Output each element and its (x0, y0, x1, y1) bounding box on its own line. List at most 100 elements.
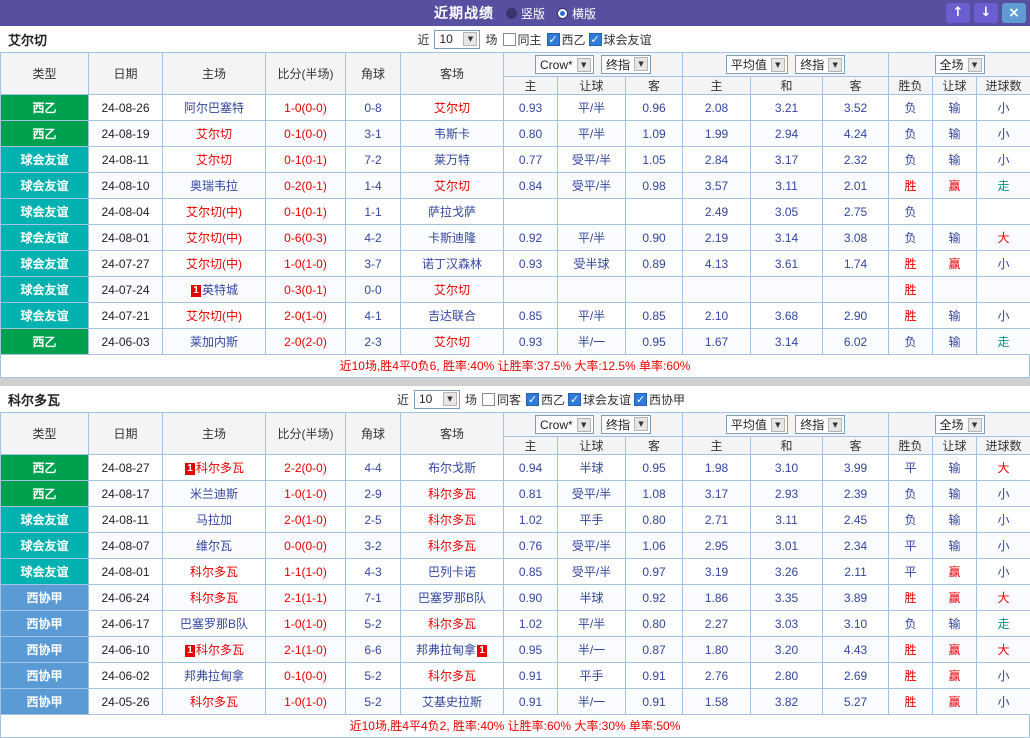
team-link[interactable]: 科尔多瓦 (428, 513, 476, 527)
team-link[interactable]: 巴列卡诺 (428, 565, 476, 579)
checkbox-icon[interactable] (526, 393, 539, 406)
team-link[interactable]: 奥瑞韦拉 (190, 179, 238, 193)
team-link[interactable]: 维尔瓦 (196, 539, 232, 553)
team-link[interactable]: 艾尔切 (434, 283, 470, 297)
col-avg-home: 主 (683, 77, 751, 95)
team-link[interactable]: 邦弗拉甸拿 (184, 669, 244, 683)
team-link[interactable]: 英特城 (202, 283, 238, 297)
team-link[interactable]: 科尔多瓦 (190, 695, 238, 709)
team-link[interactable]: 巴塞罗那B队 (418, 591, 486, 605)
date-cell: 24-08-19 (89, 121, 163, 147)
team-link[interactable]: 艾尔切 (196, 127, 232, 141)
team-link[interactable]: 巴塞罗那B队 (180, 617, 248, 631)
scroll-down-button[interactable]: ↓ (974, 3, 998, 23)
team-link[interactable]: 布尔戈斯 (428, 461, 476, 475)
team-link[interactable]: 萨拉戈萨 (428, 205, 476, 219)
odds-away-cell: 0.90 (626, 225, 683, 251)
odds-away-cell: 0.97 (626, 559, 683, 585)
avg-away-cell: 2.39 (823, 481, 889, 507)
home-team-cell: 艾尔切(中) (163, 251, 266, 277)
close-button[interactable]: × (1002, 3, 1026, 23)
team-link[interactable]: 莱万特 (434, 153, 470, 167)
result-cell: 胜 (889, 663, 933, 689)
match-row: 西乙24-08-19艾尔切0-1(0-0)3-1韦斯卡0.80平/半1.091.… (1, 121, 1030, 147)
avg-type-select[interactable]: 平均值▼ (726, 55, 788, 74)
away-team-cell: 科尔多瓦 (401, 533, 504, 559)
team-link[interactable]: 莱加内斯 (190, 335, 238, 349)
checkbox-icon[interactable] (634, 393, 647, 406)
league-filter-option[interactable]: 西乙 (526, 391, 565, 408)
team-link[interactable]: 科尔多瓦 (428, 669, 476, 683)
checkbox-icon[interactable] (568, 393, 581, 406)
odds-home-cell (504, 199, 558, 225)
avg-home-cell: 2.71 (683, 507, 751, 533)
team-link[interactable]: 诺丁汉森林 (422, 257, 482, 271)
col-result: 胜负 (889, 437, 933, 455)
team-link[interactable]: 艾尔切 (434, 179, 470, 193)
corner-cell: 3-7 (346, 251, 401, 277)
team-link[interactable]: 艾尔切 (434, 101, 470, 115)
team-link[interactable]: 科尔多瓦 (190, 565, 238, 579)
league-badge: 西协甲 (1, 689, 89, 715)
avg-home-cell: 4.13 (683, 251, 751, 277)
team-link[interactable]: 卡斯迪隆 (428, 231, 476, 245)
avg-time-select[interactable]: 终指▼ (795, 55, 845, 74)
match-row: 球会友谊24-07-21艾尔切(中)2-0(1-0)4-1吉达联合0.85平/半… (1, 303, 1030, 329)
team-link[interactable]: 艾尔切(中) (186, 231, 242, 245)
result-group-header: 全场▼ (889, 53, 1030, 77)
team-link[interactable]: 艾尔切 (196, 153, 232, 167)
chevron-down-icon: ▼ (771, 418, 785, 432)
same-venue-filter[interactable]: 同主 (503, 31, 542, 48)
match-count-select[interactable]: 10 ▼ (414, 390, 460, 409)
scope-select[interactable]: 全场▼ (935, 55, 985, 74)
league-filter-option[interactable]: 球会友谊 (589, 31, 652, 48)
recent-label-suffix: 场 (465, 391, 477, 408)
odds-time-select[interactable]: 终指▼ (601, 55, 651, 74)
odds-away-cell: 0.85 (626, 303, 683, 329)
layout-horizontal-option[interactable]: 横版 (557, 5, 596, 22)
scope-select[interactable]: 全场▼ (935, 415, 985, 434)
match-count-select[interactable]: 10 ▼ (434, 30, 480, 49)
checkbox-icon[interactable] (547, 33, 560, 46)
col-score: 比分(半场) (266, 413, 346, 455)
chevron-down-icon: ▼ (577, 58, 591, 72)
team-link[interactable]: 吉达联合 (428, 309, 476, 323)
odds-time-select[interactable]: 终指▼ (601, 415, 651, 434)
team-link[interactable]: 米兰迪斯 (190, 487, 238, 501)
avg-type-select[interactable]: 平均值▼ (726, 415, 788, 434)
team-link[interactable]: 艾尔切 (434, 335, 470, 349)
scroll-up-button[interactable]: ↑ (946, 3, 970, 23)
league-filter-option[interactable]: 西协甲 (634, 391, 685, 408)
team-name: 科尔多瓦 (8, 390, 60, 409)
team-link[interactable]: 韦斯卡 (434, 127, 470, 141)
match-row: 球会友谊24-08-01艾尔切(中)0-6(0-3)4-2卡斯迪隆0.92平/半… (1, 225, 1030, 251)
odds-company-select[interactable]: Crow*▼ (535, 55, 594, 74)
avg-draw-cell: 3.35 (751, 585, 823, 611)
team-link[interactable]: 艾尔切(中) (186, 205, 242, 219)
team-link[interactable]: 科尔多瓦 (196, 643, 244, 657)
handicap-cell: 平/半 (558, 303, 626, 329)
panel-title: 近期战绩 (434, 3, 494, 23)
checkbox-icon[interactable] (482, 393, 495, 406)
team-link[interactable]: 科尔多瓦 (428, 539, 476, 553)
layout-vertical-option[interactable]: 竖版 (506, 5, 545, 22)
checkbox-icon[interactable] (503, 33, 516, 46)
avg-time-select[interactable]: 终指▼ (795, 415, 845, 434)
team-link[interactable]: 邦弗拉甸拿 (416, 643, 476, 657)
team-link[interactable]: 科尔多瓦 (428, 617, 476, 631)
team-link[interactable]: 科尔多瓦 (190, 591, 238, 605)
team-link[interactable]: 科尔多瓦 (428, 487, 476, 501)
handicap-cell: 平/半 (558, 95, 626, 121)
team-link[interactable]: 艾基史拉斯 (422, 695, 482, 709)
checkbox-icon[interactable] (589, 33, 602, 46)
team-link[interactable]: 艾尔切(中) (186, 309, 242, 323)
odds-company-select[interactable]: Crow*▼ (535, 415, 594, 434)
league-filter-option[interactable]: 西乙 (547, 31, 586, 48)
team-link[interactable]: 科尔多瓦 (196, 461, 244, 475)
team-link[interactable]: 马拉加 (196, 513, 232, 527)
team-link[interactable]: 艾尔切(中) (186, 257, 242, 271)
same-venue-filter[interactable]: 同客 (482, 391, 521, 408)
league-filter-option[interactable]: 球会友谊 (568, 391, 631, 408)
league-badge: 球会友谊 (1, 277, 89, 303)
team-link[interactable]: 阿尔巴塞特 (184, 101, 244, 115)
